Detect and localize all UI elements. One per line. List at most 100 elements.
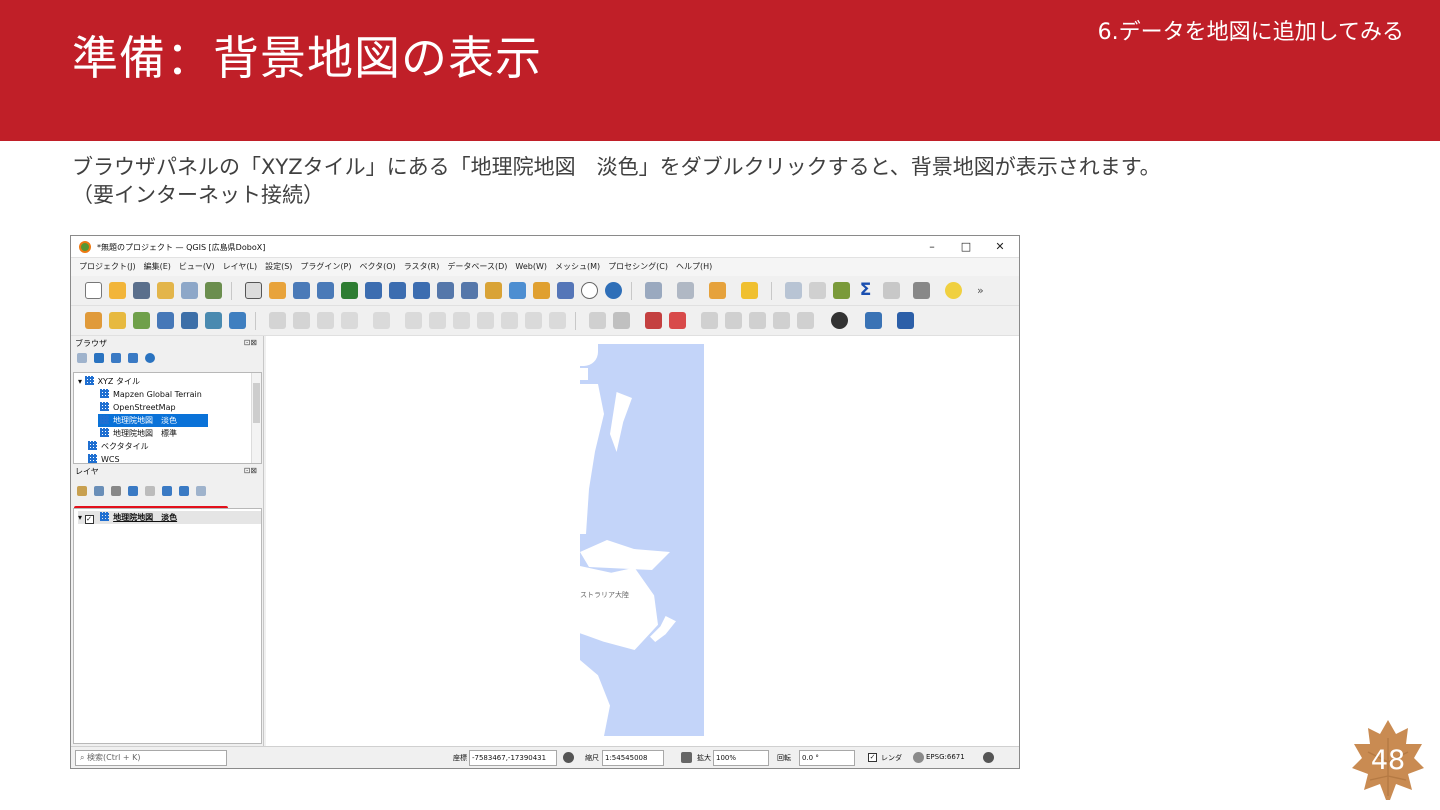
menu-web[interactable]: Web(W) xyxy=(515,258,547,276)
expand-all-icon[interactable] xyxy=(162,486,172,496)
rotate-label-icon[interactable] xyxy=(725,312,742,329)
show-hide-labels-icon[interactable] xyxy=(773,312,790,329)
tree-item-osm[interactable]: OpenStreetMap xyxy=(100,401,176,414)
save-project-icon[interactable] xyxy=(133,282,150,299)
layers-panel-controls[interactable]: ⊡⊠ xyxy=(244,466,257,475)
undo-icon[interactable] xyxy=(525,312,542,329)
scrollbar-thumb[interactable] xyxy=(253,383,260,423)
style-panel-icon[interactable] xyxy=(77,486,87,496)
menu-vector[interactable]: ベクタ(O) xyxy=(360,258,396,276)
measure-icon[interactable] xyxy=(785,282,802,299)
attribute-table-open-icon[interactable] xyxy=(883,282,900,299)
help-icon[interactable] xyxy=(897,312,914,329)
statistics-icon[interactable]: Σ xyxy=(857,282,874,299)
tree-item-vector-tiles[interactable]: ベクタタイル xyxy=(88,440,149,453)
zoom-native-icon[interactable] xyxy=(413,282,430,299)
magnifier-field[interactable]: 100% xyxy=(713,750,769,766)
identify-features-icon[interactable] xyxy=(741,282,758,299)
data-source-manager-icon[interactable] xyxy=(85,312,102,329)
zoom-last-icon[interactable] xyxy=(437,282,454,299)
locator-search-input[interactable]: ⌕ 検索(Ctrl + K) xyxy=(75,750,227,766)
add-vector-layer-icon[interactable] xyxy=(133,312,150,329)
label-properties-icon[interactable] xyxy=(797,312,814,329)
copy-features-icon[interactable] xyxy=(477,312,494,329)
select-by-value-icon[interactable] xyxy=(677,282,694,299)
map-canvas[interactable]: ストラリア大陸 xyxy=(266,336,1019,746)
toggle-editing-icon[interactable] xyxy=(269,312,286,329)
redo-icon[interactable] xyxy=(549,312,566,329)
delete-selected-icon[interactable] xyxy=(429,312,446,329)
toggle-extents-icon[interactable] xyxy=(563,752,574,763)
layer-diagram-icon[interactable] xyxy=(645,312,662,329)
menu-database[interactable]: データベース(D) xyxy=(447,258,507,276)
add-delimited-text-icon[interactable] xyxy=(205,312,222,329)
pan-to-selection-icon[interactable] xyxy=(269,282,286,299)
add-mesh-layer-icon[interactable] xyxy=(181,312,198,329)
attribute-table-icon[interactable] xyxy=(809,282,826,299)
new-bookmark-icon[interactable] xyxy=(485,282,502,299)
browser-scrollbar[interactable] xyxy=(251,373,261,463)
menu-plugins[interactable]: プラグイン(P) xyxy=(300,258,351,276)
menu-help[interactable]: ヘルプ(H) xyxy=(676,258,712,276)
map-tips-icon[interactable] xyxy=(533,282,550,299)
new-geopackage-icon[interactable] xyxy=(109,312,126,329)
menu-raster[interactable]: ラスタ(R) xyxy=(404,258,440,276)
menu-mesh[interactable]: メッシュ(M) xyxy=(555,258,600,276)
collapse-all-icon[interactable] xyxy=(179,486,189,496)
menu-view[interactable]: ビュー(V) xyxy=(179,258,215,276)
add-feature-icon[interactable] xyxy=(317,312,334,329)
maximize-button[interactable]: □ xyxy=(951,239,981,255)
style-manager-icon[interactable] xyxy=(205,282,222,299)
add-selected-icon[interactable] xyxy=(77,353,87,363)
add-raster-layer-icon[interactable] xyxy=(157,312,174,329)
visibility-icon[interactable] xyxy=(111,486,121,496)
zoom-full-icon[interactable] xyxy=(341,282,358,299)
move-label-icon[interactable] xyxy=(701,312,718,329)
measure-line-icon[interactable] xyxy=(913,282,930,299)
zoom-in-icon[interactable] xyxy=(293,282,310,299)
deselect-features-icon[interactable] xyxy=(709,282,726,299)
layer-item-gsi-pale[interactable]: ▾ ✓ 地理院地図 淡色 xyxy=(78,511,261,524)
plugin-icon[interactable] xyxy=(831,312,848,329)
minimize-button[interactable]: – xyxy=(917,239,947,255)
layout-manager-icon[interactable] xyxy=(181,282,198,299)
menu-layer[interactable]: レイヤ(L) xyxy=(223,258,257,276)
filter-expression-icon[interactable] xyxy=(145,486,155,496)
menu-processing[interactable]: プロセシング(C) xyxy=(608,258,668,276)
filter-icon[interactable] xyxy=(111,353,121,363)
lock-scale-icon[interactable] xyxy=(681,752,692,763)
overflow-chevron-icon[interactable]: » xyxy=(977,282,994,299)
map-tip-icon[interactable] xyxy=(945,282,962,299)
new-print-layout-icon[interactable] xyxy=(157,282,174,299)
select-features-icon[interactable] xyxy=(645,282,662,299)
collapse-all-icon[interactable] xyxy=(128,353,138,363)
menu-edit[interactable]: 編集(E) xyxy=(144,258,171,276)
scale-field[interactable]: 1:54545008 xyxy=(602,750,664,766)
close-button[interactable]: ✕ xyxy=(985,239,1015,255)
add-group-icon[interactable] xyxy=(94,486,104,496)
zoom-layer-icon[interactable] xyxy=(389,282,406,299)
vertex-tool-icon[interactable] xyxy=(373,312,390,329)
remove-layer-icon[interactable] xyxy=(196,486,206,496)
temporal-controller-icon[interactable] xyxy=(581,282,598,299)
visibility-checkbox[interactable]: ✓ xyxy=(84,515,94,524)
pan-icon[interactable] xyxy=(245,282,262,299)
label-tool-icon[interactable] xyxy=(589,312,606,329)
python-console-icon[interactable] xyxy=(865,312,882,329)
info-icon[interactable] xyxy=(145,353,155,363)
crs-globe-icon[interactable] xyxy=(913,752,924,763)
rotation-field[interactable]: 0.0 ° xyxy=(799,750,855,766)
pin-labels-icon[interactable] xyxy=(613,312,630,329)
tree-item-wcs[interactable]: WCS xyxy=(88,453,120,463)
add-wms-icon[interactable] xyxy=(229,312,246,329)
refresh-icon[interactable] xyxy=(605,282,622,299)
highlight-labels-icon[interactable] xyxy=(669,312,686,329)
menu-settings[interactable]: 設定(S) xyxy=(265,258,292,276)
tree-item-gsi-pale[interactable]: 地理院地図 淡色 xyxy=(98,414,208,427)
toolbox-icon[interactable] xyxy=(833,282,850,299)
digitize-icon[interactable] xyxy=(341,312,358,329)
refresh-icon[interactable] xyxy=(94,353,104,363)
zoom-selection-icon[interactable] xyxy=(365,282,382,299)
messages-icon[interactable] xyxy=(983,752,994,763)
save-edits-icon[interactable] xyxy=(293,312,310,329)
